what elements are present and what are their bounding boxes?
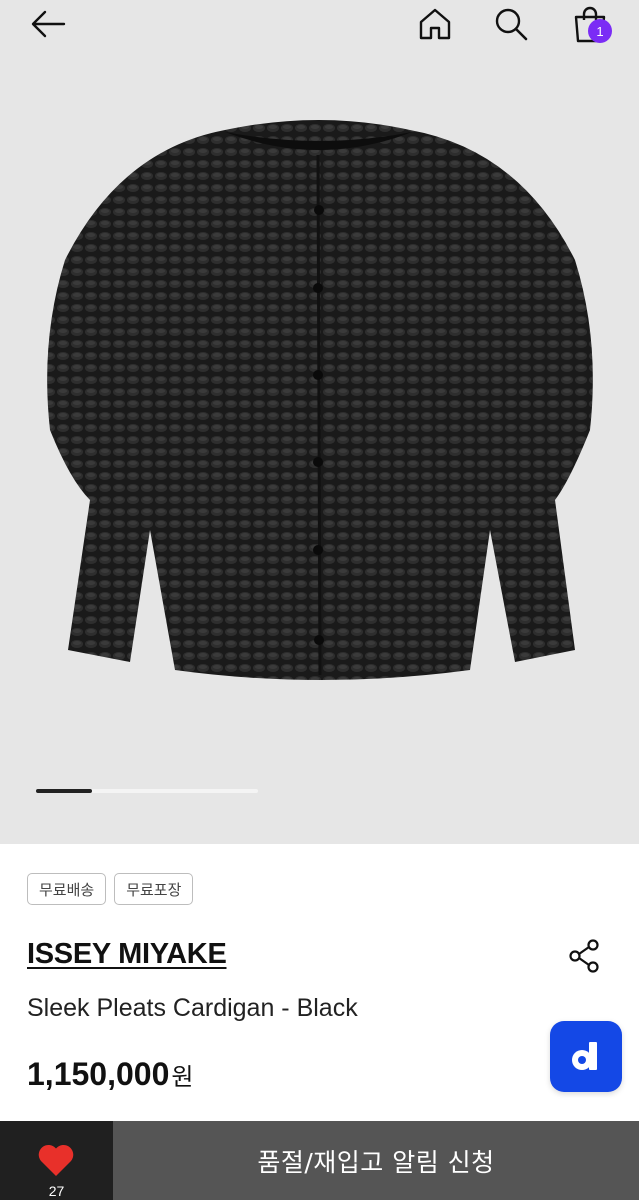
product-gallery[interactable]: 1 <box>0 0 639 844</box>
heart-icon <box>38 1144 74 1176</box>
benefit-tags: 무료배송 무료포장 <box>27 873 194 905</box>
share-icon <box>569 939 599 973</box>
search-button[interactable] <box>486 0 536 48</box>
price-value: 1,150,000 <box>27 1056 170 1092</box>
price-currency: 원 <box>171 1063 194 1091</box>
product-price: 1,150,000 원 <box>27 1056 193 1093</box>
arrow-left-icon <box>31 10 66 38</box>
tag-free-shipping: 무료배송 <box>27 873 107 905</box>
d-logo-icon <box>572 1041 597 1070</box>
gallery-progress-track <box>36 789 258 793</box>
restock-alert-button[interactable]: 품절/재입고 알림 신청 <box>113 1121 639 1200</box>
product-image <box>47 120 593 680</box>
search-icon <box>495 8 528 41</box>
like-button[interactable]: 27 <box>0 1121 113 1200</box>
like-count: 27 <box>48 1183 65 1199</box>
back-button[interactable] <box>22 0 74 48</box>
floating-app-button[interactable] <box>550 1021 622 1092</box>
brand-link[interactable]: ISSEY MIYAKE <box>27 938 227 971</box>
home-button[interactable] <box>410 0 460 48</box>
share-button[interactable] <box>564 934 604 978</box>
cart-count-badge: 1 <box>588 19 612 43</box>
home-icon <box>419 8 451 40</box>
product-name: Sleek Pleats Cardigan - Black <box>27 994 358 1022</box>
bottom-action-bar: 27 품절/재입고 알림 신청 <box>0 1121 639 1200</box>
top-nav-bar: 1 <box>0 0 639 48</box>
tag-free-wrapping: 무료포장 <box>114 873 194 905</box>
gallery-progress-fill <box>36 789 92 793</box>
